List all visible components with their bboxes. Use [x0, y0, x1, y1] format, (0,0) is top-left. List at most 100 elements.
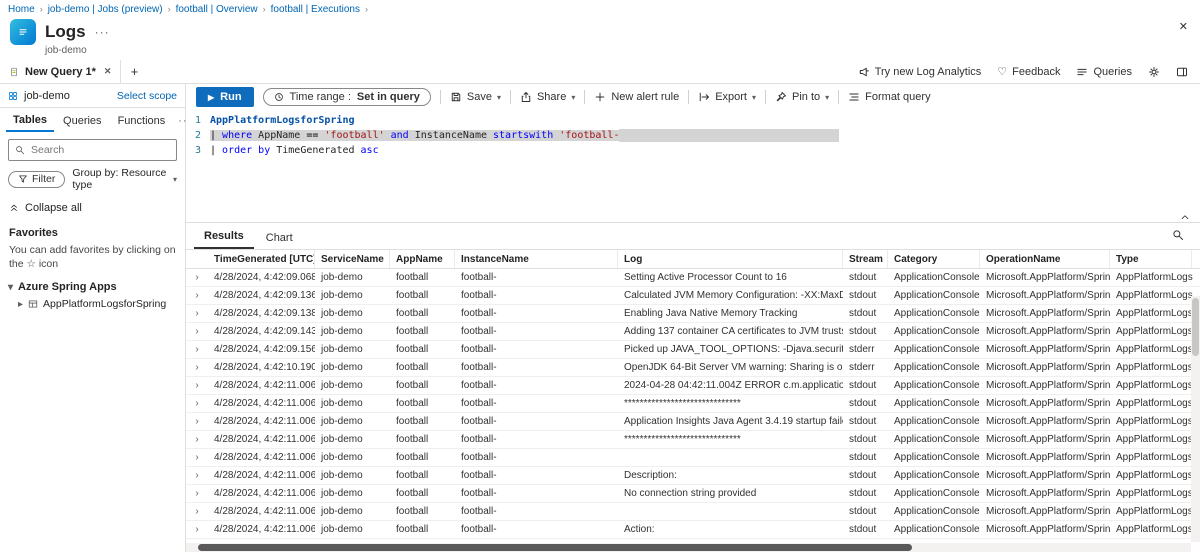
tab-chart[interactable]: Chart: [256, 229, 303, 249]
new-alert-rule-button[interactable]: New alert rule: [594, 91, 679, 103]
feedback-button[interactable]: ♡ Feedback: [997, 65, 1060, 78]
horizontal-scrollbar-thumb[interactable]: [198, 544, 912, 551]
table-row[interactable]: › 4/28/2024, 4:42:09.143 AM job-demo foo…: [186, 323, 1200, 341]
column-header-stream[interactable]: Stream: [843, 250, 888, 268]
collapse-all-button[interactable]: Collapse all: [0, 193, 185, 218]
save-button[interactable]: Save ▾: [450, 91, 501, 103]
try-new-label: Try new Log Analytics: [875, 66, 982, 78]
row-expand-icon[interactable]: ›: [186, 380, 208, 391]
cell-instancename: football-: [455, 290, 618, 301]
table-row[interactable]: › 4/28/2024, 4:42:09.156 AM job-demo foo…: [186, 341, 1200, 359]
row-expand-icon[interactable]: ›: [186, 488, 208, 499]
column-header-servicename[interactable]: ServiceName: [315, 250, 390, 268]
vertical-scrollbar-thumb[interactable]: [1192, 298, 1199, 356]
settings-button[interactable]: [1148, 66, 1160, 78]
table-row[interactable]: › 4/28/2024, 4:42:11.006 AM job-demo foo…: [186, 449, 1200, 467]
pin-to-button[interactable]: Pin to ▾: [775, 91, 829, 103]
row-expand-icon[interactable]: ›: [186, 326, 208, 337]
row-expand-icon[interactable]: ›: [186, 416, 208, 427]
query-tab[interactable]: New Query 1* ✕: [0, 60, 121, 83]
cell-category: ApplicationConsole: [888, 416, 980, 427]
column-header-timegenerated[interactable]: TimeGenerated [UTC]: [208, 250, 315, 268]
line-number: 1: [186, 113, 210, 128]
tree-item-appplatformlogsforspring[interactable]: ▸ AppPlatformLogsforSpring: [0, 296, 185, 312]
breadcrumb-link[interactable]: Home: [8, 4, 35, 15]
table-row[interactable]: › 4/28/2024, 4:42:11.006 AM job-demo foo…: [186, 485, 1200, 503]
search-input[interactable]: [31, 144, 170, 156]
vertical-scrollbar[interactable]: [1191, 296, 1200, 542]
table-row[interactable]: › 4/28/2024, 4:42:11.006 AM job-demo foo…: [186, 395, 1200, 413]
tree-group-azure-spring-apps[interactable]: ▾ Azure Spring Apps: [0, 273, 185, 296]
time-range-picker[interactable]: Time range : Set in query: [263, 88, 431, 106]
row-expand-icon[interactable]: ›: [186, 524, 208, 535]
export-button[interactable]: Export ▾: [698, 91, 756, 103]
tab-results[interactable]: Results: [194, 227, 254, 249]
table-row[interactable]: › 4/28/2024, 4:42:11.006 AM job-demo foo…: [186, 521, 1200, 539]
table-row[interactable]: › 4/28/2024, 4:42:11.006 AM job-demo foo…: [186, 431, 1200, 449]
table-row[interactable]: › 4/28/2024, 4:42:09.136 AM job-demo foo…: [186, 287, 1200, 305]
row-expand-icon[interactable]: ›: [186, 452, 208, 463]
row-expand-icon[interactable]: ›: [186, 398, 208, 409]
select-scope-link[interactable]: Select scope: [117, 90, 177, 102]
table-row[interactable]: › 4/28/2024, 4:42:10.190 AM job-demo foo…: [186, 359, 1200, 377]
column-header-instancename[interactable]: InstanceName: [455, 250, 618, 268]
cell-timegenerated: 4/28/2024, 4:42:09.143 AM: [208, 326, 315, 337]
page-title: Logs: [45, 22, 86, 42]
row-expand-icon[interactable]: ›: [186, 506, 208, 517]
share-icon: [520, 91, 532, 103]
table-row[interactable]: › 4/28/2024, 4:42:11.006 AM job-demo foo…: [186, 467, 1200, 485]
new-tab-button[interactable]: +: [121, 60, 147, 83]
tree-collapsed-icon: ▸: [18, 299, 23, 310]
cell-servicename: job-demo: [315, 506, 390, 517]
tab-functions[interactable]: Functions: [111, 112, 173, 131]
breadcrumb-link[interactable]: football | Executions: [271, 4, 360, 15]
tab-close-icon[interactable]: ✕: [104, 66, 112, 77]
filter-button[interactable]: Filter: [8, 171, 65, 188]
table-row[interactable]: › 4/28/2024, 4:42:11.006 AM job-demo foo…: [186, 503, 1200, 521]
row-expand-icon[interactable]: ›: [186, 290, 208, 301]
results-search-button[interactable]: [1164, 229, 1192, 249]
group-by-selector[interactable]: Group by: Resource type ▾: [72, 167, 177, 191]
sidebar-search[interactable]: [8, 139, 177, 161]
code-token: ==: [306, 130, 324, 141]
row-expand-icon[interactable]: ›: [186, 272, 208, 283]
cell-type: AppPlatformLogs: [1110, 272, 1200, 283]
tab-queries[interactable]: Queries: [56, 112, 109, 131]
breadcrumb-link[interactable]: job-demo | Jobs (preview): [48, 4, 163, 15]
run-label: Run: [220, 91, 241, 103]
toolbar-divider: [584, 90, 585, 104]
row-expand-icon[interactable]: ›: [186, 308, 208, 319]
chevron-down-icon: ▾: [497, 93, 501, 102]
row-expand-icon[interactable]: ›: [186, 362, 208, 373]
pin-icon: [775, 91, 787, 103]
queries-button[interactable]: Queries: [1076, 66, 1132, 78]
close-icon[interactable]: ✕: [1179, 20, 1188, 33]
tab-tables[interactable]: Tables: [6, 111, 54, 132]
run-button[interactable]: ▶ Run: [196, 87, 254, 107]
selection-padding: [619, 129, 839, 142]
format-query-button[interactable]: Format query: [848, 91, 930, 103]
column-header-log[interactable]: Log: [618, 250, 843, 268]
column-header-type[interactable]: Type: [1110, 250, 1192, 268]
table-row[interactable]: › 4/28/2024, 4:42:09.068 AM job-demo foo…: [186, 269, 1200, 287]
row-expand-icon[interactable]: ›: [186, 434, 208, 445]
row-expand-icon[interactable]: ›: [186, 470, 208, 481]
side-panel-button[interactable]: [1176, 66, 1188, 78]
code-token: AppName: [252, 130, 306, 141]
breadcrumb-link[interactable]: football | Overview: [176, 4, 258, 15]
cell-servicename: job-demo: [315, 290, 390, 301]
query-editor[interactable]: 1 AppPlatformLogsforSpring 2 | where App…: [186, 110, 1200, 222]
table-row[interactable]: › 4/28/2024, 4:42:09.138 AM job-demo foo…: [186, 305, 1200, 323]
column-header-operationname[interactable]: OperationName: [980, 250, 1110, 268]
try-new-log-analytics-button[interactable]: Try new Log Analytics: [858, 66, 982, 78]
share-button[interactable]: Share ▾: [520, 91, 575, 103]
column-header-appname[interactable]: AppName: [390, 250, 455, 268]
table-row[interactable]: › 4/28/2024, 4:42:11.006 AM job-demo foo…: [186, 377, 1200, 395]
row-expand-icon[interactable]: ›: [186, 344, 208, 355]
column-header-category[interactable]: Category: [888, 250, 980, 268]
horizontal-scrollbar[interactable]: [186, 543, 1191, 552]
table-row[interactable]: › 4/28/2024, 4:42:11.006 AM job-demo foo…: [186, 413, 1200, 431]
cell-operationname: Microsoft.AppPlatform/Spring/logs: [980, 272, 1110, 283]
more-options-icon[interactable]: ···: [95, 25, 110, 39]
cell-stream: stdout: [843, 524, 888, 535]
